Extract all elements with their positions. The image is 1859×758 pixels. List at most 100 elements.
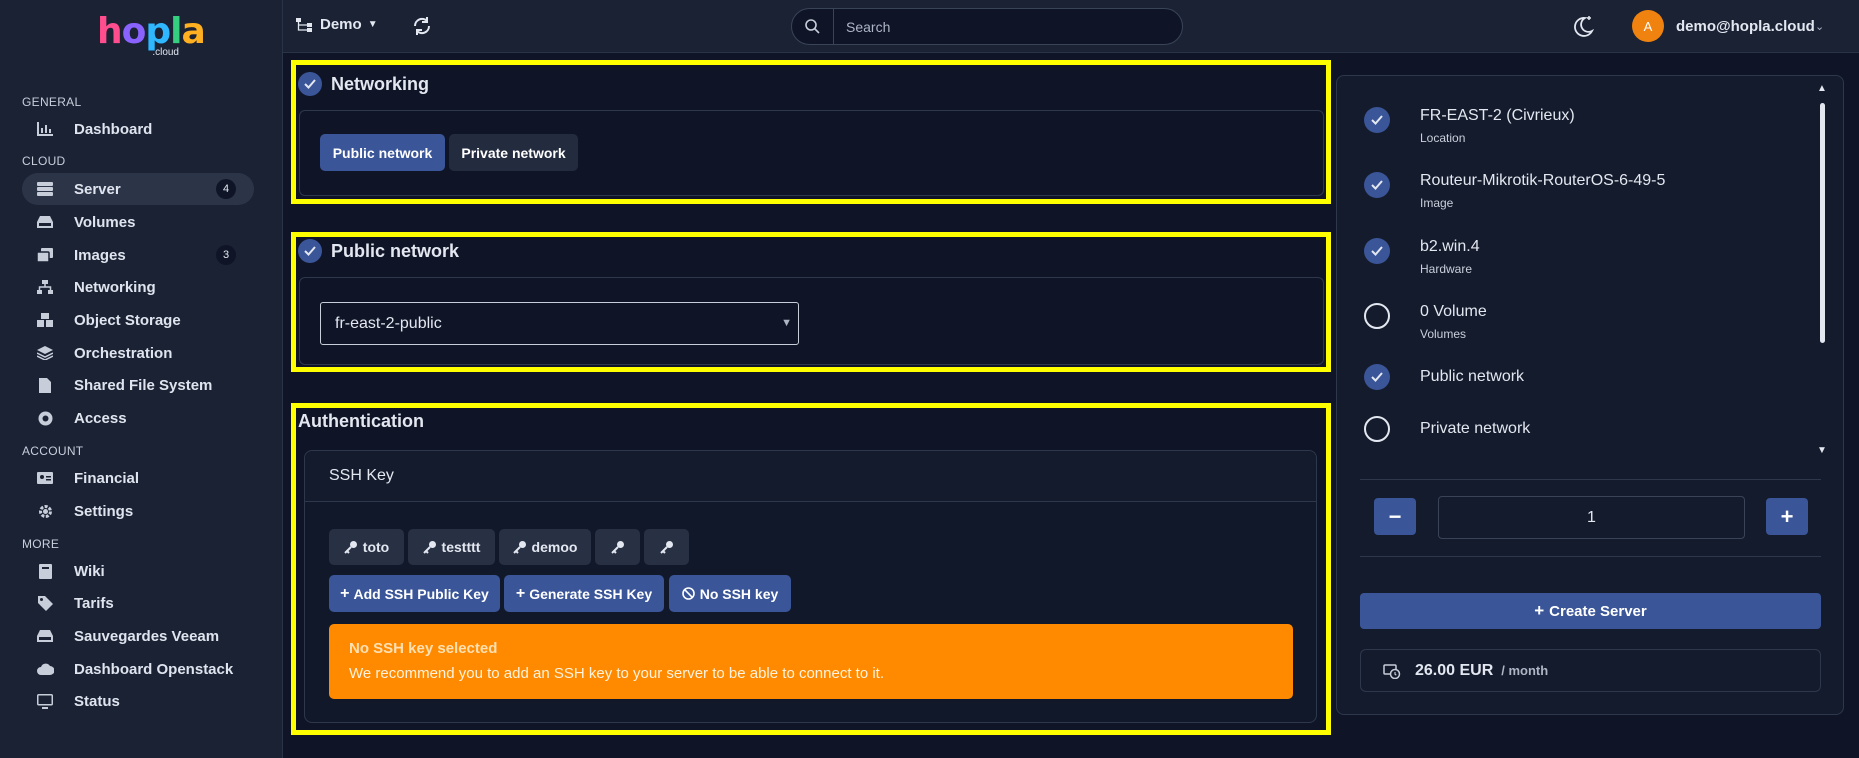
no-ssh-key-button[interactable]: No SSH key — [669, 575, 791, 612]
summary-label: Volumes — [1420, 327, 1467, 341]
count-badge: 4 — [216, 179, 236, 199]
sidebar-item-tarifs[interactable]: Tarifs — [22, 587, 254, 619]
check-icon — [1364, 364, 1390, 390]
public-network-button[interactable]: Public network — [320, 134, 445, 171]
sidebar-item-veeam[interactable]: Sauvegardes Veeam — [22, 620, 254, 652]
summary-label: Hardware — [1420, 262, 1473, 276]
key-icon — [610, 540, 625, 554]
button-label: Generate SSH Key — [529, 585, 653, 602]
images-icon — [36, 247, 54, 263]
plus-icon: + — [515, 584, 526, 602]
sidebar-item-networking[interactable]: Networking — [22, 271, 254, 303]
decrement-button[interactable]: − — [1374, 498, 1416, 535]
scrollbar[interactable] — [1820, 103, 1825, 343]
empty-circle-icon — [1364, 416, 1390, 442]
summary-item-volumes: 0 Volume Volumes — [1364, 303, 1487, 341]
ssh-key-chip[interactable]: testttt — [408, 529, 495, 565]
check-icon — [1364, 107, 1390, 133]
topbar: Demo ▼ A demo@hopla.cloud ⌄ — [283, 0, 1859, 53]
sidebar-item-object-storage[interactable]: Object Storage — [22, 304, 254, 336]
refresh-icon[interactable] — [411, 15, 433, 37]
sidebar-item-shared-fs[interactable]: Shared File System — [22, 369, 254, 401]
sidebar-item-label: Access — [74, 409, 127, 427]
alert-title: No SSH key selected — [349, 640, 498, 657]
sidebar-item-images[interactable]: Images 3 — [22, 239, 254, 271]
sidebar-item-access[interactable]: Access — [22, 402, 254, 434]
scroll-down-icon[interactable]: ▼ — [1817, 445, 1827, 456]
search-icon[interactable] — [792, 9, 834, 44]
summary-value: Private network — [1420, 420, 1531, 437]
ssh-key-chip[interactable] — [595, 529, 640, 565]
plus-icon: + — [1534, 601, 1545, 620]
summary-value: FR-EAST-2 (Civrieux) — [1420, 107, 1575, 124]
public-network-select[interactable]: fr-east-2-public ▼ — [320, 302, 799, 345]
sidebar-item-label: Sauvegardes Veeam — [74, 627, 220, 645]
sidebar-item-orchestration[interactable]: Orchestration — [22, 337, 254, 369]
scroll-up-icon[interactable]: ▲ — [1817, 83, 1827, 94]
generate-ssh-key-button[interactable]: + Generate SSH Key — [504, 575, 664, 612]
divider — [1360, 479, 1821, 480]
project-selector[interactable]: Demo ▼ — [296, 16, 378, 33]
ssh-key-name: demoo — [531, 539, 578, 555]
layers-icon — [36, 345, 54, 361]
add-ssh-key-button[interactable]: + Add SSH Public Key — [329, 575, 500, 612]
hopla-logo[interactable]: hopla .cloud — [97, 12, 206, 59]
create-server-button[interactable]: + Create Server — [1360, 593, 1821, 629]
authentication-title: Authentication — [298, 411, 424, 431]
sidebar-item-openstack[interactable]: Dashboard Openstack — [22, 653, 254, 685]
sidebar-item-label: Networking — [74, 278, 156, 296]
sidebar-item-financial[interactable]: Financial — [22, 462, 254, 494]
dark-mode-icon[interactable] — [1571, 14, 1595, 38]
minus-icon: − — [1388, 503, 1402, 529]
logo-sub: .cloud — [152, 47, 179, 58]
avatar[interactable]: A — [1632, 10, 1664, 42]
quantity-input[interactable] — [1438, 496, 1745, 539]
check-icon — [1364, 172, 1390, 198]
summary-label: Image — [1420, 196, 1454, 210]
button-label: No SSH key — [699, 585, 779, 602]
sidebar-item-settings[interactable]: Settings — [22, 495, 254, 527]
alert-text: We recommend you to add an SSH key to yo… — [349, 665, 885, 682]
sidebar-item-label: Images — [74, 246, 126, 264]
price-amount: 26.00 EUR — [1415, 661, 1494, 679]
sidebar-item-label: Server — [74, 180, 121, 198]
ssh-key-chip[interactable]: toto — [329, 529, 404, 565]
key-icon — [512, 540, 527, 554]
cloud-icon — [36, 661, 54, 677]
count-badge: 3 — [216, 245, 236, 265]
key-icon — [659, 540, 674, 554]
sidebar-item-label: Orchestration — [74, 344, 173, 362]
ssh-key-chip[interactable] — [644, 529, 689, 565]
section-cloud: CLOUD — [22, 154, 66, 168]
networking-title: Networking — [331, 74, 430, 94]
ssh-key-name: testttt — [441, 539, 481, 555]
sidebar-item-status[interactable]: Status — [22, 685, 254, 717]
price-box: 26.00 EUR / month — [1360, 649, 1821, 692]
summary-value: 0 Volume — [1420, 303, 1487, 320]
server-icon — [36, 181, 54, 197]
chart-icon — [36, 121, 54, 137]
sidebar-item-label: Tarifs — [74, 594, 114, 612]
hard-drive-icon — [36, 214, 54, 230]
summary-value: b2.win.4 — [1420, 238, 1480, 255]
private-network-button[interactable]: Private network — [449, 134, 578, 171]
project-tree-icon — [296, 17, 312, 32]
search-input[interactable] — [834, 18, 1164, 35]
desktop-icon — [36, 693, 54, 709]
sidebar-item-label: Financial — [74, 469, 140, 487]
increment-button[interactable]: + — [1766, 498, 1808, 535]
sidebar-item-server[interactable]: Server 4 — [22, 173, 254, 205]
sidebar-item-label: Dashboard — [74, 120, 153, 138]
caret-down-icon: ▼ — [367, 19, 378, 30]
sidebar: hopla .cloud GENERAL Dashboard CLOUD Ser… — [0, 0, 283, 758]
ssh-key-chip[interactable]: demoo — [499, 529, 591, 565]
sidebar-item-wiki[interactable]: Wiki — [22, 555, 254, 587]
plus-icon: + — [340, 584, 350, 602]
chevron-down-icon[interactable]: ⌄ — [1815, 20, 1824, 33]
sidebar-item-volumes[interactable]: Volumes — [22, 206, 254, 238]
sidebar-item-dashboard[interactable]: Dashboard — [22, 113, 254, 145]
user-email[interactable]: demo@hopla.cloud — [1676, 18, 1815, 35]
key-icon — [422, 540, 437, 554]
ssh-key-name: toto — [362, 539, 390, 555]
sidebar-item-label: Shared File System — [74, 376, 213, 394]
